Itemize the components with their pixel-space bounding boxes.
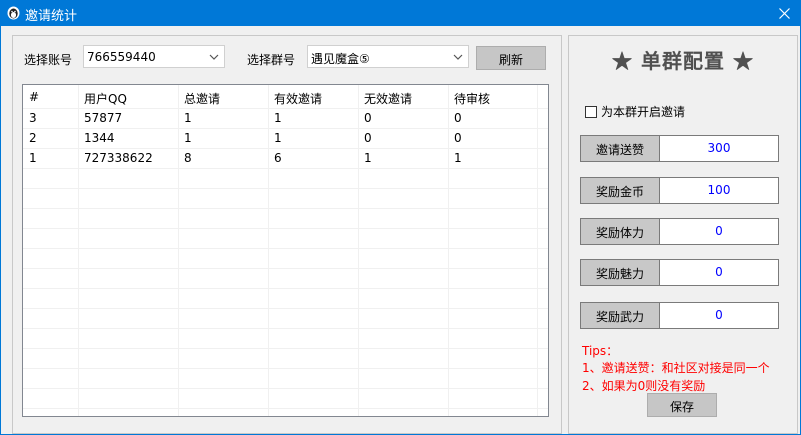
table-cell[interactable]: 2: [23, 128, 37, 148]
table-cell[interactable]: 1: [358, 148, 372, 168]
row-divider: [23, 268, 548, 269]
column-header-total-invites[interactable]: 总邀请: [178, 85, 220, 108]
chevron-down-icon: [209, 54, 219, 60]
reward-stamina-label: 奖励体力: [581, 219, 660, 244]
chevron-down-icon: [453, 54, 463, 60]
window-title: 邀请统计: [25, 9, 78, 24]
group-select-value: 遇见魔盒⑤: [311, 52, 370, 66]
table-cell[interactable]: 0: [448, 108, 462, 128]
account-select[interactable]: 766559440: [83, 45, 225, 68]
group-config-panel: ★ 单群配置 ★ 为本群开启邀请 邀请送赞 300 奖励金币 100 奖励体力 …: [568, 35, 798, 434]
row-divider: [23, 228, 548, 229]
close-button[interactable]: [767, 0, 801, 26]
checkbox-box[interactable]: [585, 105, 597, 118]
table-cell[interactable]: 1: [178, 128, 192, 148]
config-title: ★ 单群配置 ★: [612, 49, 754, 73]
column-header-invalid-invites[interactable]: 无效邀请: [358, 85, 412, 108]
table-cell[interactable]: 1: [448, 148, 462, 168]
row-divider: [23, 288, 548, 289]
invite-likes-field: 邀请送赞 300: [580, 135, 779, 162]
close-icon[interactable]: [778, 7, 790, 19]
row-divider: [23, 408, 548, 409]
row-divider: [23, 368, 548, 369]
reward-coins-field: 奖励金币 100: [580, 177, 779, 204]
table-cell[interactable]: 1: [178, 108, 192, 128]
tips-title: Tips：: [582, 344, 619, 358]
row-divider: [23, 208, 548, 209]
title-bar: 邀请统计: [0, 0, 801, 26]
invite-likes-input[interactable]: 300: [660, 136, 778, 161]
stats-panel: 选择账号 766559440 选择群号 遇见魔盒⑤ 刷新 # 用户QQ 总邀请 …: [12, 35, 562, 434]
row-divider: [23, 168, 548, 169]
account-select-value: 766559440: [87, 50, 156, 64]
enable-invite-label: 为本群开启邀请: [601, 105, 686, 119]
reward-stamina-field: 奖励体力 0: [580, 218, 779, 245]
row-divider: [23, 348, 548, 349]
refresh-button[interactable]: 刷新: [476, 46, 546, 70]
row-divider: [23, 328, 548, 329]
tip-line: 2、如果为0则没有奖励: [582, 379, 706, 393]
table-cell[interactable]: 57877: [78, 108, 122, 128]
reward-charm-label: 奖励魅力: [581, 260, 660, 285]
invite-table[interactable]: # 用户QQ 总邀请 有效邀请 无效邀请 待审核 3 57877 1 1 0 0…: [22, 84, 549, 417]
table-cell[interactable]: 6: [268, 148, 282, 168]
table-cell[interactable]: 1: [268, 128, 282, 148]
table-cell[interactable]: 0: [448, 128, 462, 148]
reward-force-field: 奖励武力 0: [580, 302, 779, 329]
reward-charm-field: 奖励魅力 0: [580, 259, 779, 286]
reward-coins-label: 奖励金币: [581, 178, 660, 203]
table-cell[interactable]: 8: [178, 148, 192, 168]
table-cell[interactable]: 1344: [78, 128, 115, 148]
reward-stamina-input[interactable]: 0: [660, 219, 778, 244]
table-cell[interactable]: 3: [23, 108, 37, 128]
table-cell[interactable]: 1: [23, 148, 37, 168]
reward-force-label: 奖励武力: [581, 303, 660, 328]
group-select[interactable]: 遇见魔盒⑤: [307, 45, 469, 68]
save-button[interactable]: 保存: [647, 393, 717, 417]
tip-line: 1、邀请送赞：和社区对接是同一个: [582, 361, 770, 375]
column-header-pending[interactable]: 待审核: [448, 85, 490, 108]
column-header-index[interactable]: #: [23, 85, 39, 108]
column-header-user-qq[interactable]: 用户QQ: [78, 85, 127, 108]
enable-invite-checkbox[interactable]: 为本群开启邀请: [585, 103, 685, 120]
row-divider: [23, 248, 548, 249]
account-label: 选择账号: [24, 53, 73, 67]
window-client: 选择账号 766559440 选择群号 遇见魔盒⑤ 刷新 # 用户QQ 总邀请 …: [1, 26, 800, 434]
table-cell[interactable]: 1: [268, 108, 282, 128]
table-cell[interactable]: 727338622: [78, 148, 153, 168]
table-cell[interactable]: 0: [358, 108, 372, 128]
table-cell[interactable]: 0: [358, 128, 372, 148]
row-divider: [23, 308, 548, 309]
reward-charm-input[interactable]: 0: [660, 260, 778, 285]
reward-coins-input[interactable]: 100: [660, 178, 778, 203]
reward-force-input[interactable]: 0: [660, 303, 778, 328]
row-divider: [23, 388, 548, 389]
row-divider: [23, 188, 548, 189]
column-header-valid-invites[interactable]: 有效邀请: [268, 85, 322, 108]
invite-likes-label: 邀请送赞: [581, 136, 660, 161]
group-label: 选择群号: [247, 53, 296, 67]
penguin-icon: [7, 6, 20, 20]
